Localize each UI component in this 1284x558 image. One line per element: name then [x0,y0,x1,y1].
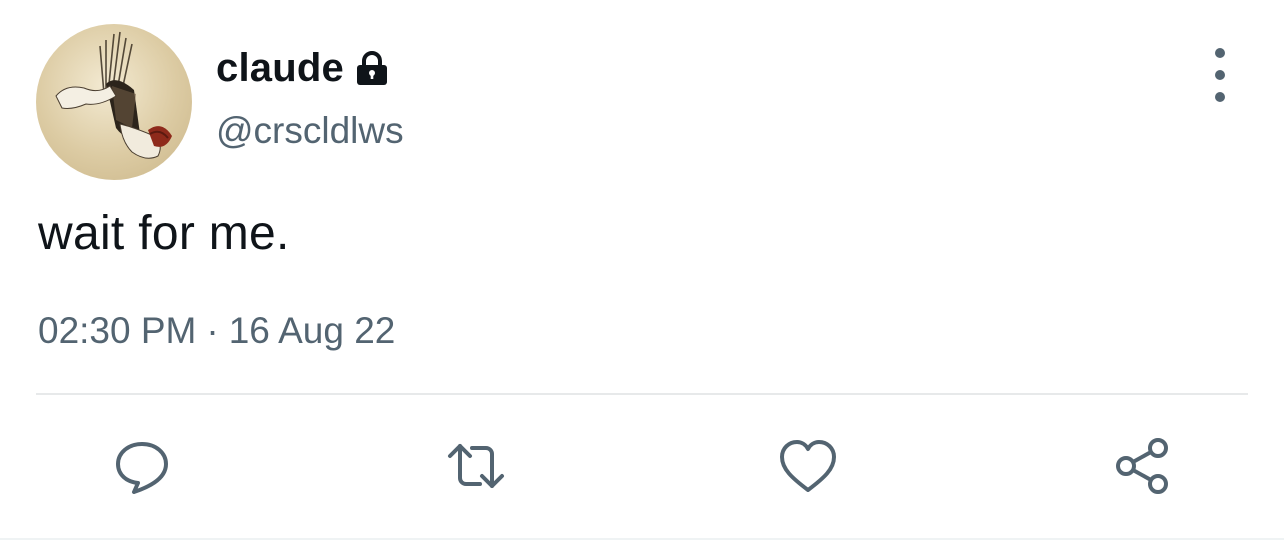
share-button[interactable] [1112,436,1172,496]
more-vertical-icon [1215,48,1225,58]
tweet-text: wait for me. [38,207,290,260]
heart-icon [780,440,836,492]
share-icon [1116,438,1168,494]
name-row: claude [216,38,392,98]
reply-button[interactable] [112,436,172,496]
more-dot [1215,92,1225,102]
tweet-time[interactable]: 02:30 PM [38,310,196,351]
lock-icon [352,48,392,88]
avatar[interactable] [36,24,192,180]
reply-icon [116,442,168,494]
retweet-icon [448,444,504,488]
tweet-date[interactable]: 16 Aug 22 [229,310,396,351]
tweet-meta: 02:30 PM · 16 Aug 22 [38,310,395,352]
user-handle[interactable]: @crscldlws [216,110,404,152]
avatar-illustration [55,31,172,159]
more-dot [1215,70,1225,80]
display-name[interactable]: claude [216,46,344,91]
divider [36,393,1248,395]
meta-separator: · [206,310,219,351]
more-options-button[interactable] [1198,48,1242,102]
retweet-button[interactable] [446,436,506,496]
tweet-card: claude @crscldlws wait for me. 02:30 PM ·… [0,0,1284,558]
bottom-divider [0,538,1284,540]
like-button[interactable] [778,436,838,496]
